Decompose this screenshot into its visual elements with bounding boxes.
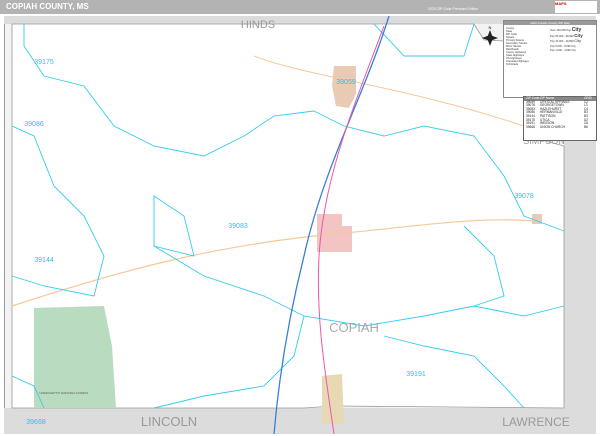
legend-title: 2020 Copiah County ZIP Map bbox=[504, 21, 596, 25]
map-legend: 2020 Copiah County ZIP Map County State … bbox=[503, 20, 597, 98]
table-row: 39668 UNION CHURCH B6 bbox=[526, 124, 588, 129]
county-label-lawrence: LAWRENCE bbox=[502, 415, 570, 429]
county-label-lincoln: LINCOLN bbox=[141, 414, 197, 429]
zip-label: 39191 bbox=[406, 371, 426, 378]
legend-city-size: Pop 1,000 - 4,999 City bbox=[550, 49, 576, 52]
zip-label: 39086 bbox=[24, 121, 44, 128]
map-title: COPIAH COUNTY, MS bbox=[6, 2, 89, 11]
zip-label: 39059 bbox=[336, 79, 356, 86]
zip-label: 39144 bbox=[34, 257, 54, 264]
forest-label: HOMOCHITTO NATIONAL FOREST bbox=[40, 391, 89, 395]
zip-label: 39083 bbox=[228, 223, 248, 230]
svg-text:N: N bbox=[489, 25, 492, 30]
publisher-logo: MAPS bbox=[555, 1, 597, 13]
zip-label: 39078 bbox=[514, 193, 534, 200]
county-label-copiah: COPIAH bbox=[329, 320, 379, 335]
zip-label: 39175 bbox=[34, 59, 54, 66]
zip-code-table: ZIP Code ZIP Name GRID 39059 CRYSTAL SPRING… bbox=[523, 96, 597, 141]
zip-label: 39668 bbox=[26, 419, 46, 426]
county-label-hinds: HINDS bbox=[241, 19, 275, 31]
city-wesson bbox=[322, 374, 344, 424]
edition-label: 2020 ZIP Code Premium Edition bbox=[428, 7, 479, 11]
header-bar: COPIAH COUNTY, MS 2020 ZIP Code Premium … bbox=[0, 0, 600, 14]
legend-item: Toll Roads bbox=[506, 63, 519, 66]
